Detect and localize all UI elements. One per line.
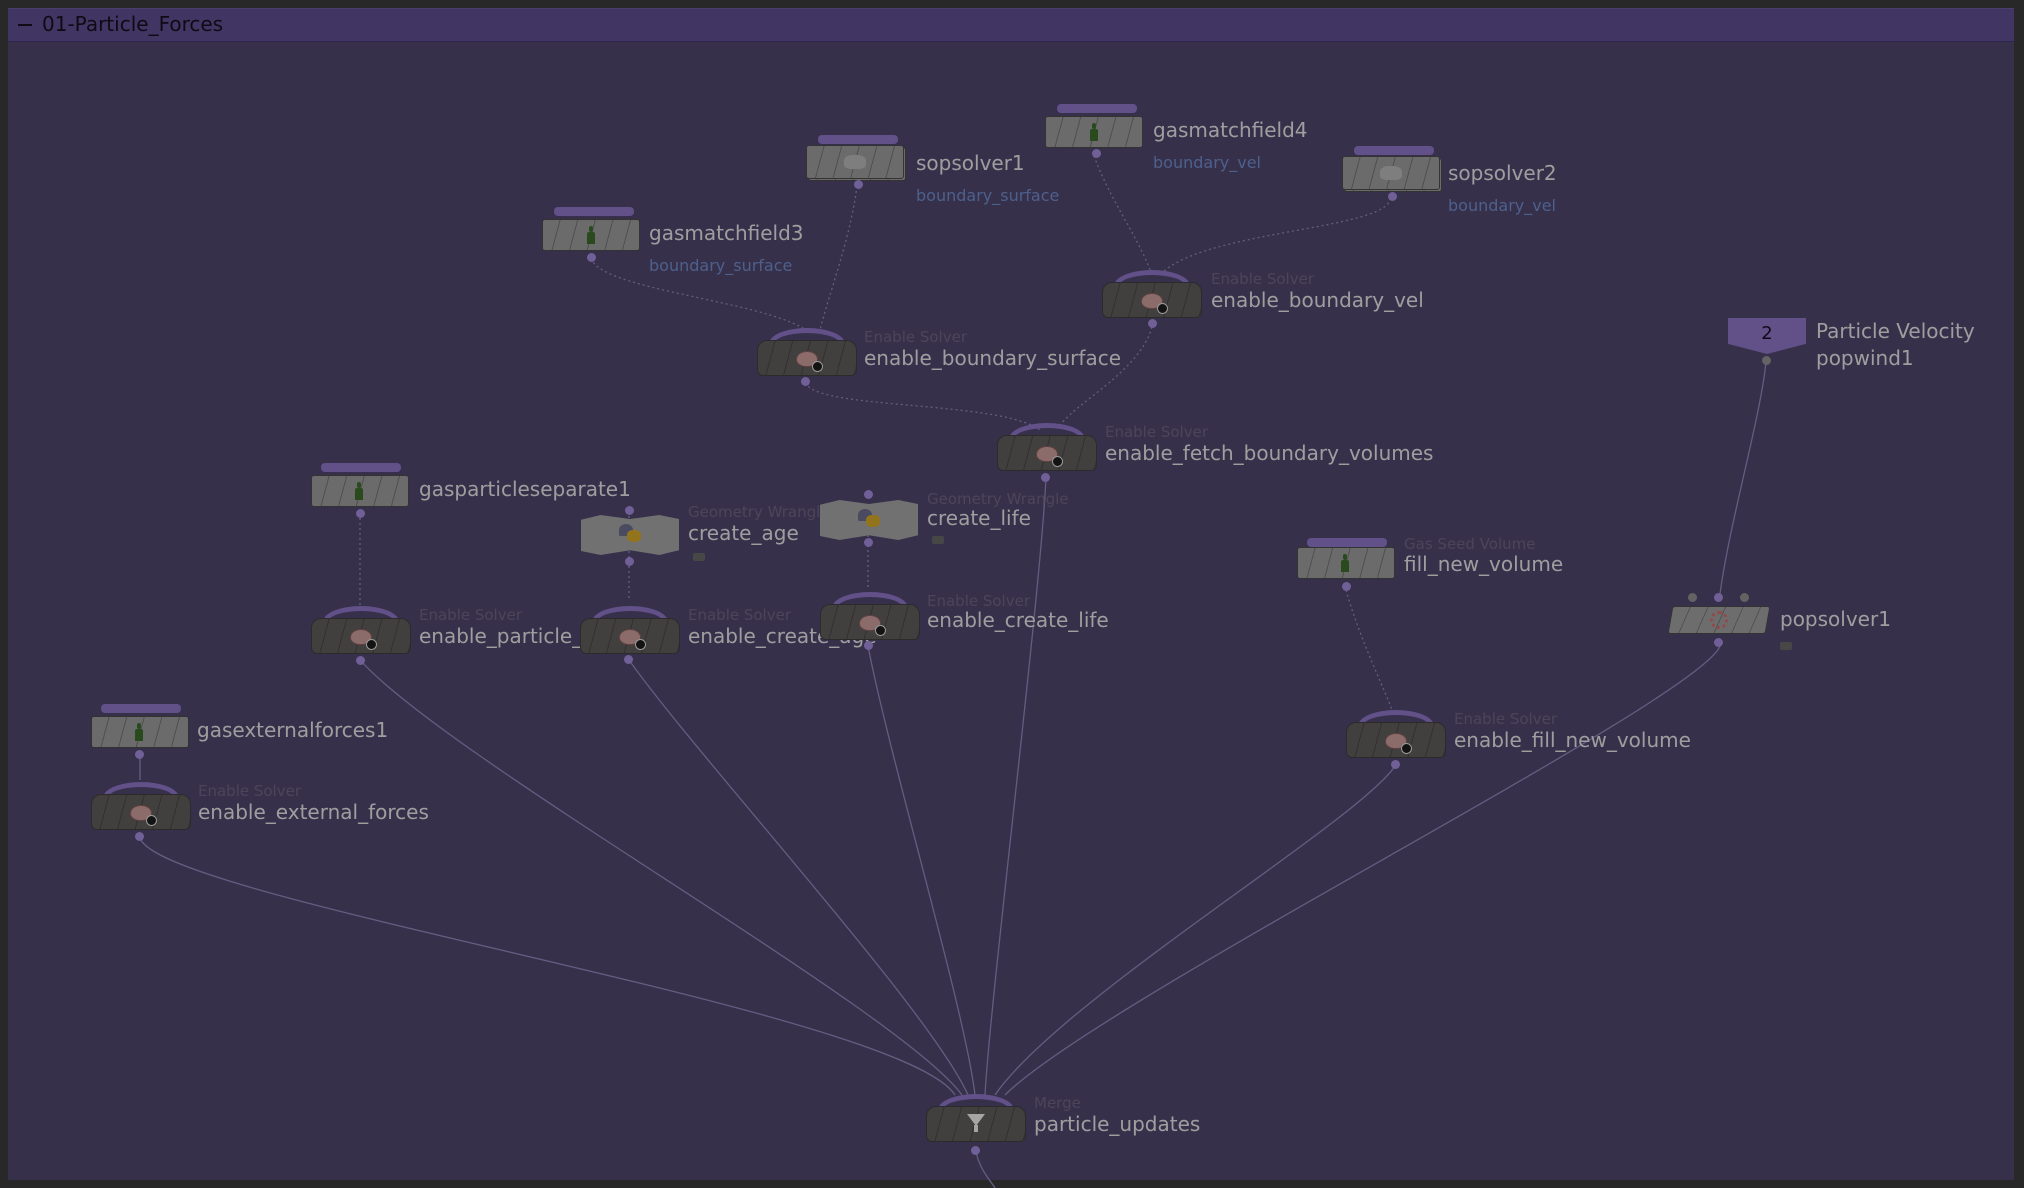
figure-icon bbox=[586, 226, 596, 244]
node-enable-external-forces[interactable]: Enable Solver enable_external_forces bbox=[91, 782, 431, 844]
node-enable-fill-new-volume[interactable]: Enable Solver enable_fill_new_volume bbox=[1346, 710, 1691, 772]
node-type: Enable Solver bbox=[1211, 270, 1315, 288]
wire bbox=[994, 765, 1396, 1096]
node-name: enable_boundary_surface bbox=[864, 346, 1122, 370]
node-enable-boundary-surface[interactable]: Enable Solver enable_boundary_surface bbox=[757, 328, 1137, 390]
wire bbox=[1719, 361, 1767, 595]
brain-icon bbox=[1141, 293, 1168, 314]
wrangle-icon bbox=[619, 524, 641, 542]
wire bbox=[628, 659, 969, 1096]
figure-icon bbox=[134, 723, 144, 741]
node-type: Gas Seed Volume bbox=[1404, 535, 1536, 553]
node-comment: boundary_surface bbox=[649, 256, 793, 275]
node-type: Enable Solver bbox=[1454, 710, 1558, 728]
brain-icon bbox=[619, 629, 646, 650]
figure-icon bbox=[1340, 554, 1350, 572]
node-name: sopsolver2 bbox=[1448, 161, 1557, 185]
node-name: fill_new_volume bbox=[1404, 552, 1564, 576]
node-name: gasmatchfield4 bbox=[1153, 118, 1308, 142]
node-name: particle_updates bbox=[1034, 1112, 1201, 1136]
node-fill-new-volume[interactable]: Gas Seed Volume fill_new_volume bbox=[1297, 535, 1617, 595]
node-type: Enable Solver bbox=[198, 782, 302, 800]
node-label: Particle Velocity bbox=[1816, 319, 1975, 343]
node-name: popsolver1 bbox=[1780, 607, 1891, 631]
node-name: create_life bbox=[927, 506, 1031, 530]
cloud-icon bbox=[844, 155, 866, 169]
node-gasexternalforces1[interactable]: gasexternalforces1 bbox=[91, 704, 391, 764]
node-name: gasexternalforces1 bbox=[197, 718, 389, 742]
wrangle-icon bbox=[858, 509, 880, 527]
node-type: Merge bbox=[1034, 1094, 1081, 1112]
wire bbox=[984, 477, 1047, 1096]
wire bbox=[1345, 589, 1393, 711]
node-comment: boundary_vel bbox=[1448, 196, 1556, 215]
node-type: Enable Solver bbox=[688, 606, 792, 624]
node-name: gasparticleseparate1 bbox=[419, 477, 631, 501]
node-popwind1[interactable]: 2 Particle Velocity popwind1 bbox=[1728, 318, 2018, 370]
node-enable-create-life[interactable]: Enable Solver enable_create_life bbox=[820, 592, 1120, 654]
node-type: Enable Solver bbox=[419, 606, 523, 624]
wire bbox=[139, 837, 956, 1096]
node-gasmatchfield4[interactable]: gasmatchfield4 boundary_vel bbox=[1045, 104, 1345, 184]
pop-icon bbox=[1710, 611, 1728, 629]
brain-icon bbox=[130, 805, 157, 826]
figure-icon bbox=[1089, 123, 1099, 141]
brain-icon bbox=[1385, 733, 1412, 754]
node-type: Geometry Wrangle bbox=[688, 503, 830, 521]
funnel-icon bbox=[967, 1114, 985, 1132]
node-name: enable_create_life bbox=[927, 608, 1109, 632]
node-particle-updates[interactable]: Merge particle_updates bbox=[926, 1094, 1226, 1160]
node-name: enable_boundary_vel bbox=[1211, 288, 1424, 312]
node-value: 2 bbox=[1761, 323, 1773, 344]
wire bbox=[867, 645, 976, 1096]
brain-icon bbox=[859, 615, 886, 636]
brain-icon bbox=[1036, 446, 1063, 467]
node-comment: boundary_surface bbox=[916, 186, 1060, 205]
cloud-icon bbox=[1380, 166, 1402, 180]
node-name: popwind1 bbox=[1816, 346, 1914, 370]
node-gasmatchfield3[interactable]: gasmatchfield3 boundary_surface bbox=[542, 207, 842, 287]
figure-icon bbox=[354, 482, 364, 500]
node-create-life[interactable]: Geometry Wrangle create_life bbox=[820, 490, 1120, 560]
brain-icon bbox=[796, 351, 823, 372]
node-type: Enable Solver bbox=[864, 328, 968, 346]
node-enable-fetch-boundary-volumes[interactable]: Enable Solver enable_fetch_boundary_volu… bbox=[997, 423, 1437, 485]
node-value-badge: 2 bbox=[1728, 318, 1806, 354]
wire bbox=[359, 659, 963, 1096]
node-name: sopsolver1 bbox=[916, 151, 1025, 175]
node-name: enable_fill_new_volume bbox=[1454, 728, 1691, 752]
brain-icon bbox=[350, 629, 377, 650]
node-name: create_age bbox=[688, 521, 799, 545]
node-name: enable_fetch_boundary_volumes bbox=[1105, 441, 1434, 465]
node-sopsolver2[interactable]: sopsolver2 boundary_vel bbox=[1342, 146, 1642, 226]
node-enable-boundary-vel[interactable]: Enable Solver enable_boundary_vel bbox=[1102, 270, 1442, 332]
node-comment: boundary_vel bbox=[1153, 153, 1261, 172]
node-type: Enable Solver bbox=[1105, 423, 1209, 441]
node-name: enable_external_forces bbox=[198, 800, 429, 824]
node-popsolver1[interactable]: popsolver1 bbox=[1667, 592, 1908, 652]
node-name: gasmatchfield3 bbox=[649, 221, 804, 245]
